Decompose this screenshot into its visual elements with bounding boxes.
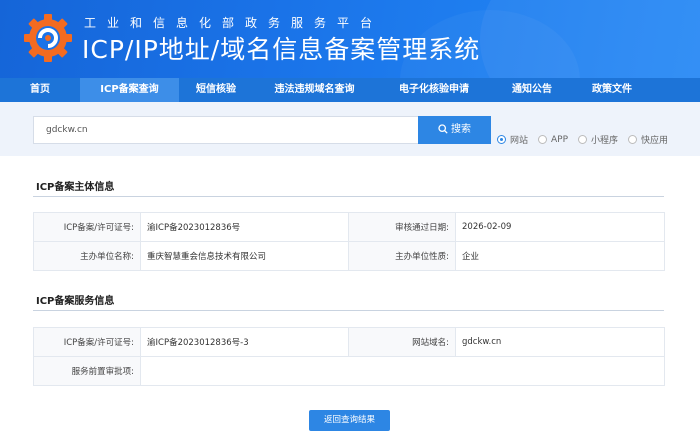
radio-quick-app[interactable]: 快应用: [628, 133, 668, 146]
header-banner: 工业和信息化部政务服务平台 ICP/IP地址/域名信息备案管理系统: [0, 0, 700, 78]
license-label: ICP备案/许可证号:: [33, 212, 141, 242]
back-to-results-button[interactable]: 返回查询结果: [309, 410, 390, 431]
radio-dot: [578, 135, 588, 144]
radio-website[interactable]: 网站: [497, 133, 528, 146]
radio-label: 快应用: [641, 136, 669, 146]
nav-item-icp-query[interactable]: ICP备案查询: [80, 78, 179, 102]
radio-label: 小程序: [591, 136, 619, 146]
search-button-label: 搜索: [451, 124, 471, 135]
section-divider: [33, 196, 664, 197]
search-area: 搜索 网站 APP 小程序 快应用: [0, 102, 700, 156]
service-info-table: ICP备案/许可证号: 渝ICP备2023012836号-3 网站域名: gdc…: [33, 327, 665, 386]
domain-value: gdckw.cn: [455, 327, 665, 357]
org-name-value: 重庆智慧重会信息技术有限公司: [140, 241, 349, 271]
section-divider: [33, 310, 664, 311]
license-value: 渝ICP备2023012836号: [140, 212, 349, 242]
nav-item-illegal-domain[interactable]: 违法违规域名查询: [253, 78, 376, 102]
radio-app[interactable]: APP: [538, 135, 568, 145]
radio-label: 网站: [510, 136, 529, 146]
nav-item-notices[interactable]: 通知公告: [492, 78, 572, 102]
search-icon: [438, 124, 448, 134]
org-type-value: 企业: [455, 241, 665, 271]
gear-logo-icon: [24, 14, 72, 62]
service-info-title: ICP备案服务信息: [36, 296, 115, 307]
domain-label: 网站域名:: [348, 327, 456, 357]
radio-dot: [628, 135, 638, 144]
prereview-value: [140, 356, 665, 386]
table-row: ICP备案/许可证号: 渝ICP备2023012836号-3 网站域名: gdc…: [33, 327, 665, 357]
subject-info-table: ICP备案/许可证号: 渝ICP备2023012836号 审核通过日期: 202…: [33, 212, 665, 271]
subject-info-title: ICP备案主体信息: [36, 182, 115, 193]
radio-dot: [497, 135, 506, 144]
search-button[interactable]: 搜索: [418, 116, 491, 144]
search-input[interactable]: [33, 116, 418, 144]
table-row: 服务前置审批项:: [33, 356, 665, 386]
approve-date-label: 审核通过日期:: [348, 212, 456, 242]
nav-item-e-verify[interactable]: 电子化核验申请: [376, 78, 492, 102]
org-name-label: 主办单位名称:: [33, 241, 141, 271]
approve-date-value: 2026-02-09: [455, 212, 665, 242]
prereview-label: 服务前置审批项:: [33, 356, 141, 386]
table-row: ICP备案/许可证号: 渝ICP备2023012836号 审核通过日期: 202…: [33, 212, 665, 242]
nav-item-home[interactable]: 首页: [0, 78, 80, 102]
search-type-group: 网站 APP 小程序 快应用: [497, 133, 678, 146]
nav-item-policy[interactable]: 政策文件: [572, 78, 652, 102]
radio-dot: [538, 135, 548, 144]
main-nav: 首页 ICP备案查询 短信核验 违法违规域名查询 电子化核验申请 通知公告 政策…: [0, 78, 700, 102]
service-license-label: ICP备案/许可证号:: [33, 327, 141, 357]
nav-item-sms-verify[interactable]: 短信核验: [179, 78, 253, 102]
org-type-label: 主办单位性质:: [348, 241, 456, 271]
page-title: ICP/IP地址/域名信息备案管理系统: [82, 35, 481, 64]
radio-mini-program[interactable]: 小程序: [578, 133, 618, 146]
table-row: 主办单位名称: 重庆智慧重会信息技术有限公司 主办单位性质: 企业: [33, 241, 665, 271]
radio-label: APP: [551, 134, 569, 145]
service-license-value: 渝ICP备2023012836号-3: [140, 327, 349, 357]
site-subtitle: 工业和信息化部政务服务平台: [84, 16, 384, 30]
